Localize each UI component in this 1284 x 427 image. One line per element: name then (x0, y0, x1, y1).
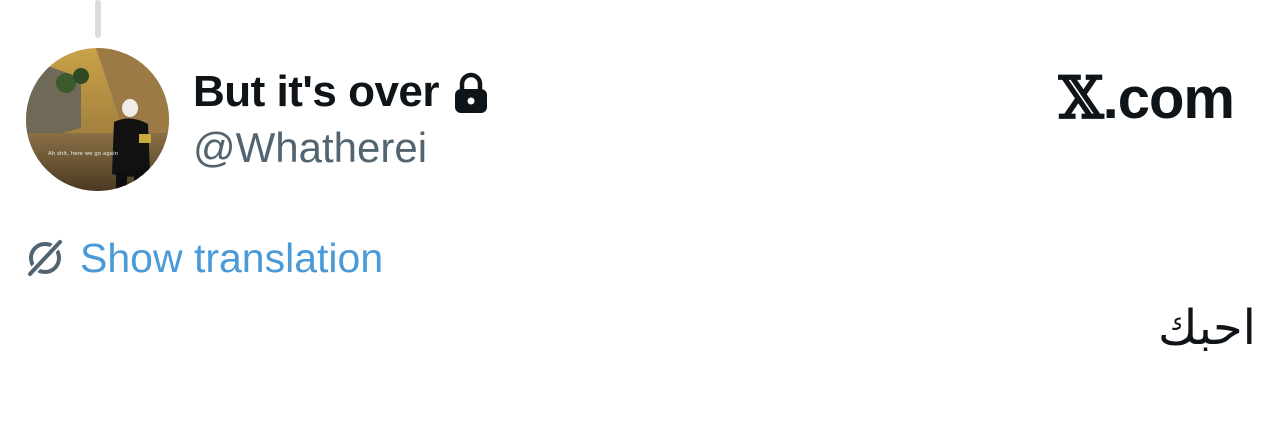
display-name[interactable]: But it's over (193, 64, 489, 120)
brand-suffix: .com (1102, 66, 1235, 131)
show-translation-label: Show translation (80, 234, 384, 281)
user-handle[interactable]: @Whatherei (193, 124, 427, 172)
thread-connector-line (95, 0, 101, 38)
x-logo-icon: 𝕏 (1058, 64, 1104, 132)
avatar[interactable]: Ah shit, here we go again (26, 48, 169, 191)
lock-icon (455, 72, 488, 113)
avatar-caption: Ah shit, here we go again (48, 151, 119, 157)
tweet-card: Ah shit, here we go again But it's over … (0, 0, 1284, 427)
display-name-text: But it's over (193, 67, 440, 116)
x-brand-logo: 𝕏.com (1058, 64, 1235, 132)
tweet-text: احبك (1158, 300, 1256, 356)
show-translation-link[interactable]: Show translation (24, 230, 383, 286)
globe-slash-icon (27, 239, 63, 277)
